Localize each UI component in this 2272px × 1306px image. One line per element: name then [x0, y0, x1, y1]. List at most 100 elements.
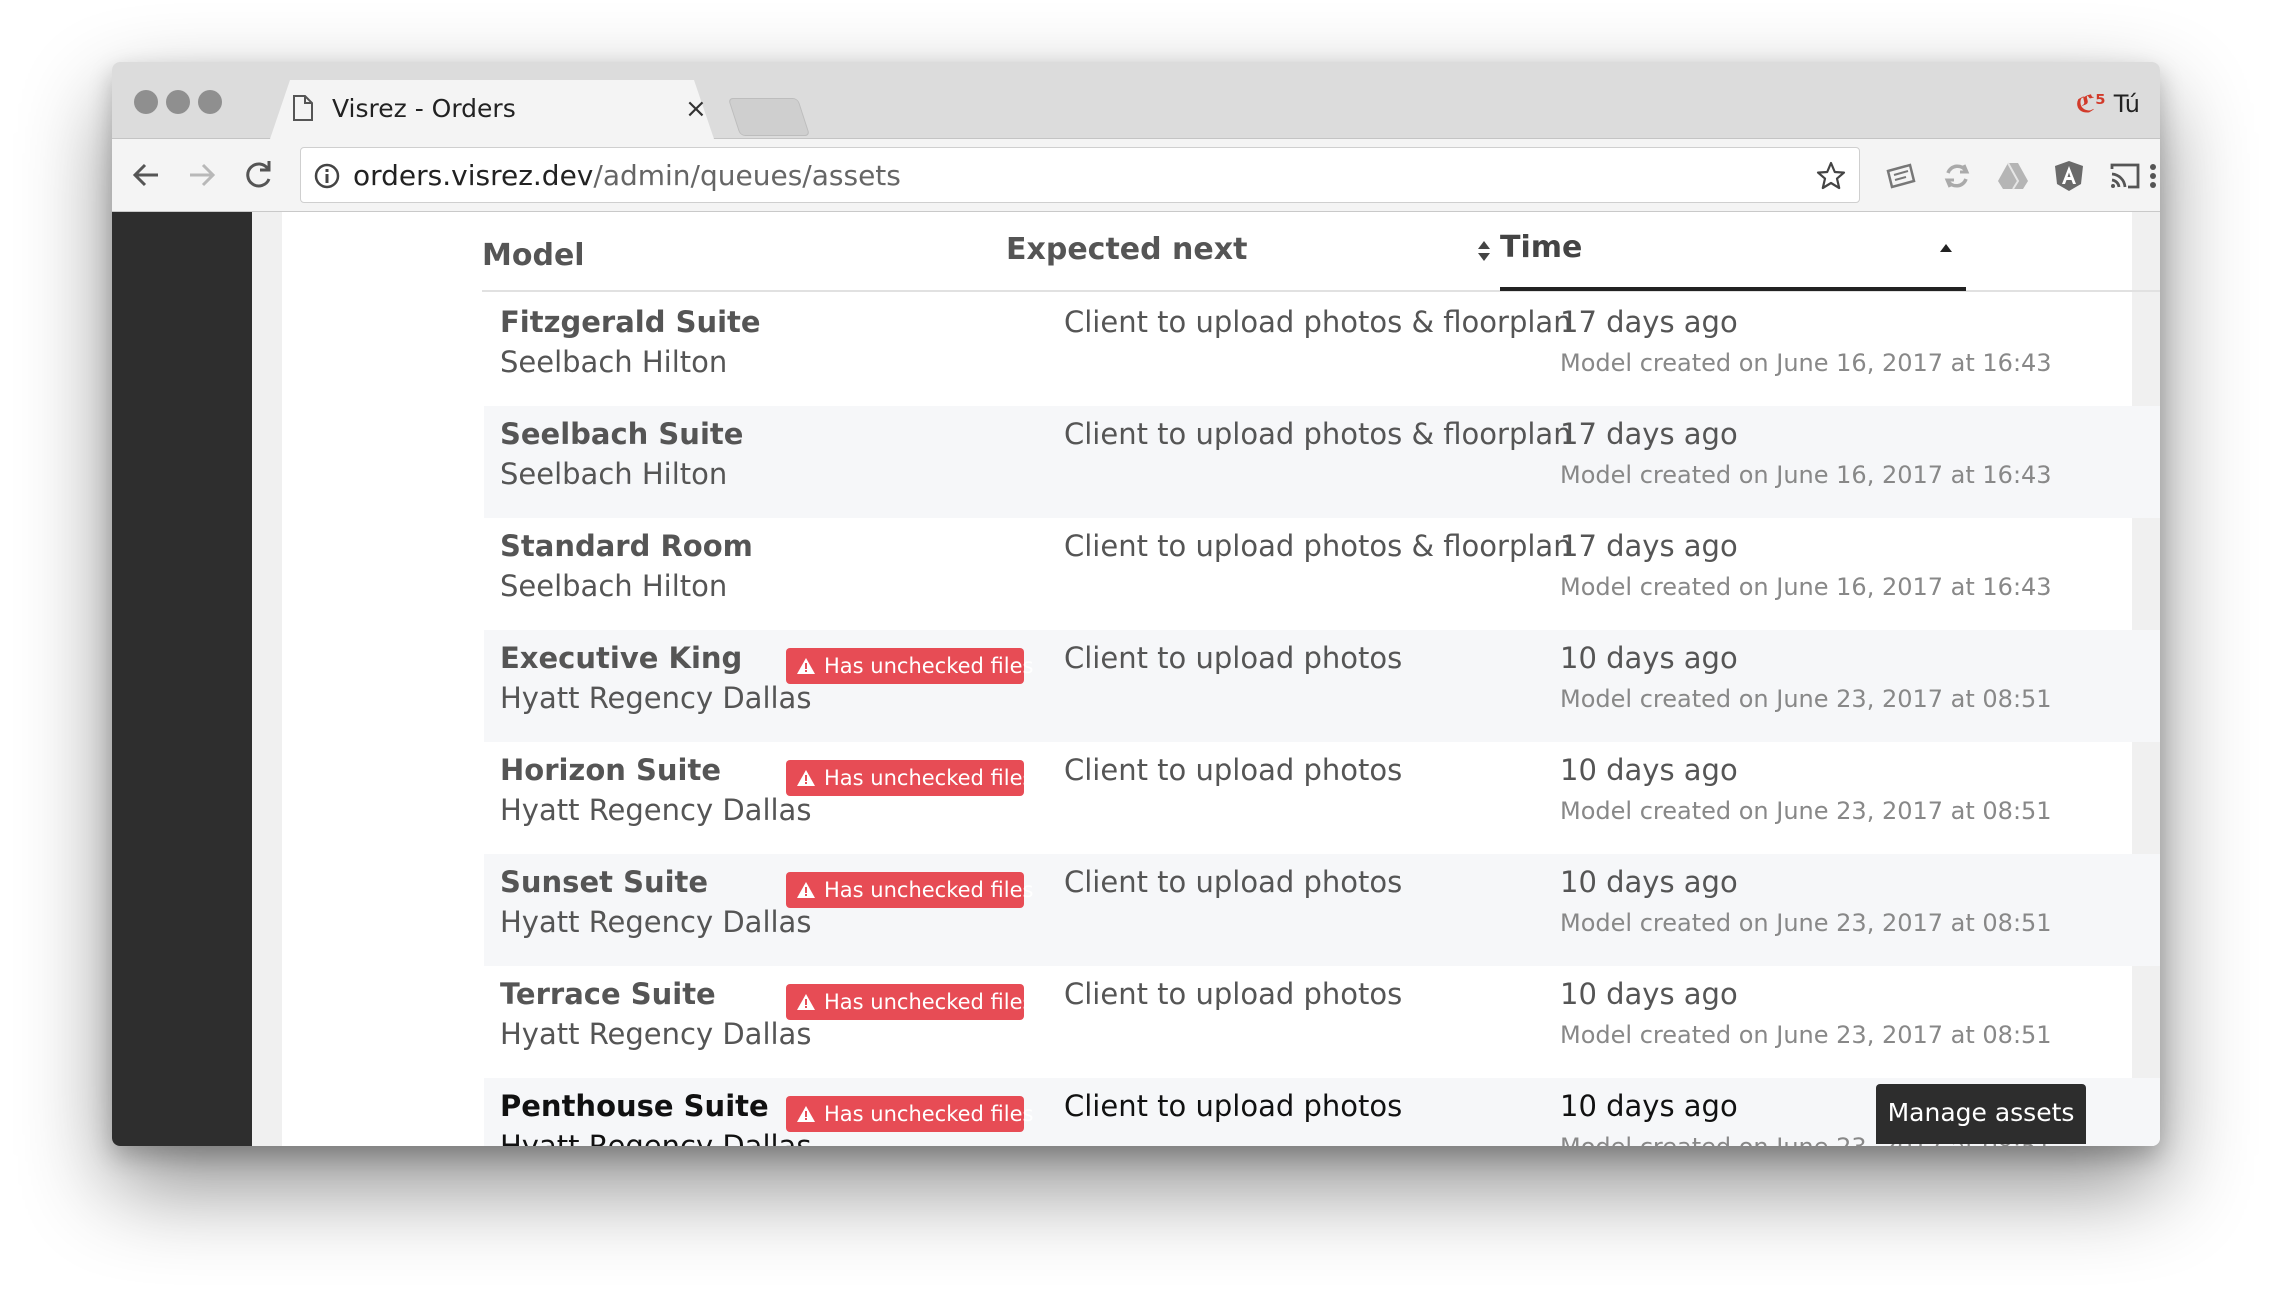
badge-label: Has unchecked files: [824, 654, 1034, 678]
unchecked-files-badge: Has unchecked files: [786, 648, 1033, 684]
info-icon[interactable]: [313, 162, 341, 190]
table-row[interactable]: Horizon Suite Hyatt Regency Dallas Has u…: [484, 742, 2160, 854]
table-row[interactable]: Executive King Hyatt Regency Dallas Has …: [484, 630, 2160, 742]
bookmark-star-icon[interactable]: [1815, 160, 1847, 192]
extension-drive-icon[interactable]: [1996, 159, 2030, 193]
unchecked-files-badge: Has unchecked files: [786, 872, 1033, 908]
url-text: orders.visrez.dev/admin/queues/assets: [353, 160, 901, 192]
created-date: Model created on June 16, 2017 at 16:43: [1560, 349, 2052, 377]
browser-window: Visrez - Orders × ℭ⁵ Tú orders.visrez.dev…: [112, 62, 2160, 1146]
hotel-name: Seelbach Hilton: [500, 345, 728, 379]
header-time[interactable]: Time: [1500, 230, 1966, 266]
warning-icon: [797, 1106, 815, 1122]
profile-name: Tú: [2113, 90, 2140, 118]
model-name: Seelbach Suite: [500, 417, 744, 451]
back-arrow-icon[interactable]: [128, 157, 164, 193]
table-row[interactable]: Fitzgerald Suite Seelbach Hilton Client …: [484, 294, 2160, 406]
header-time-label: Time: [1500, 230, 1583, 265]
created-date: Model created on June 23, 2017 at 08:51: [1560, 685, 2052, 713]
hotel-name: Seelbach Hilton: [500, 457, 728, 491]
model-name: Penthouse Suite: [500, 1089, 769, 1123]
time-ago: 10 days ago: [1560, 641, 1738, 675]
expected-next: Client to upload photos & floorplan: [1064, 305, 1572, 339]
cast-icon[interactable]: [2108, 159, 2142, 193]
time-ago: 17 days ago: [1560, 305, 1738, 339]
table-row[interactable]: Terrace Suite Hyatt Regency Dallas Has u…: [484, 966, 2160, 1078]
tab-close-icon[interactable]: ×: [685, 96, 707, 122]
expected-next: Client to upload photos & floorplan: [1064, 417, 1572, 451]
time-ago: 17 days ago: [1560, 417, 1738, 451]
time-ago: 10 days ago: [1560, 865, 1738, 899]
expected-next: Client to upload photos: [1064, 1089, 1403, 1123]
sort-asc-icon: [1940, 244, 1952, 252]
created-date: Model created on June 16, 2017 at 16:43: [1560, 461, 2052, 489]
sort-both-icon: [1478, 241, 1490, 261]
header-expected-next[interactable]: Expected next: [1006, 232, 1492, 268]
model-name: Horizon Suite: [500, 753, 721, 787]
created-date: Model created on June 16, 2017 at 16:43: [1560, 573, 2052, 601]
table-row[interactable]: Sunset Suite Hyatt Regency Dallas Has un…: [484, 854, 2160, 966]
url-host: orders.visrez.dev: [353, 159, 594, 192]
time-ago: 10 days ago: [1560, 753, 1738, 787]
model-name: Sunset Suite: [500, 865, 709, 899]
menu-dots-icon[interactable]: [2148, 159, 2158, 193]
created-date: Model created on June 23, 2017 at 08:51: [1560, 909, 2052, 937]
hotel-name: Hyatt Regency Dallas: [500, 1017, 812, 1051]
badge-label: Has unchecked files: [824, 990, 1034, 1014]
created-date: Model created on June 23, 2017 at 08:51: [1560, 797, 2052, 825]
active-sort-underline: [1500, 287, 1966, 291]
expected-next: Client to upload photos: [1064, 753, 1403, 787]
time-ago: 10 days ago: [1560, 1089, 1738, 1123]
table-row[interactable]: Standard Room Seelbach Hilton Client to …: [484, 518, 2160, 630]
forward-arrow-icon[interactable]: [184, 157, 220, 193]
expected-next: Client to upload photos: [1064, 641, 1403, 675]
hotel-name: Hyatt Regency Dallas: [500, 905, 812, 939]
header-expected-next-label: Expected next: [1006, 232, 1248, 267]
warning-icon: [797, 658, 815, 674]
expected-next: Client to upload photos: [1064, 977, 1403, 1011]
minimize-window-button[interactable]: [166, 90, 190, 114]
extension-sync-icon[interactable]: [1940, 159, 1974, 193]
warning-icon: [797, 770, 815, 786]
extension-ticket-icon[interactable]: [1884, 159, 1918, 193]
address-bar[interactable]: orders.visrez.dev/admin/queues/assets: [300, 147, 1860, 203]
hotel-name: Hyatt Regency Dallas: [500, 793, 812, 827]
hotel-name: Seelbach Hilton: [500, 569, 728, 603]
model-name: Executive King: [500, 641, 743, 675]
header-model[interactable]: Model: [482, 238, 585, 274]
unchecked-files-badge: Has unchecked files: [786, 760, 1033, 796]
close-window-button[interactable]: [134, 90, 158, 114]
extension-angular-icon[interactable]: [2052, 159, 2086, 193]
manage-assets-button[interactable]: Manage assets: [1876, 1084, 2086, 1144]
hotel-name: Hyatt Regency Dallas: [500, 681, 812, 715]
main-panel: Model Expected next Time Fitzgerald Suit…: [282, 212, 2160, 1146]
created-date: Model created on June 23, 2017 at 08:51: [1560, 1021, 2052, 1049]
url-path: /admin/queues/assets: [593, 159, 901, 192]
tab-bar: Visrez - Orders × ℭ⁵ Tú: [112, 62, 2160, 139]
model-name: Fitzgerald Suite: [500, 305, 761, 339]
expected-next: Client to upload photos & floorplan: [1064, 529, 1572, 563]
profile-extension-icon: ℭ⁵: [2075, 90, 2106, 118]
browser-toolbar: orders.visrez.dev/admin/queues/assets: [112, 139, 2160, 212]
admin-sidebar: [112, 212, 252, 1146]
page-content: Model Expected next Time Fitzgerald Suit…: [112, 212, 2160, 1146]
hotel-name: Hyatt Regency Dallas: [500, 1129, 812, 1146]
unchecked-files-badge: Has unchecked files: [786, 1096, 1033, 1132]
tab-title: Visrez - Orders: [332, 94, 516, 123]
profile-button[interactable]: ℭ⁵ Tú: [2076, 90, 2140, 118]
expected-next: Client to upload photos: [1064, 865, 1403, 899]
reload-icon[interactable]: [240, 157, 276, 193]
time-ago: 17 days ago: [1560, 529, 1738, 563]
badge-label: Has unchecked files: [824, 878, 1034, 902]
badge-label: Has unchecked files: [824, 1102, 1034, 1126]
warning-icon: [797, 882, 815, 898]
page-icon: [293, 95, 313, 121]
model-name: Terrace Suite: [500, 977, 716, 1011]
badge-label: Has unchecked files: [824, 766, 1034, 790]
warning-icon: [797, 994, 815, 1010]
maximize-window-button[interactable]: [198, 90, 222, 114]
model-name: Standard Room: [500, 529, 753, 563]
table-row[interactable]: Seelbach Suite Seelbach Hilton Client to…: [484, 406, 2160, 518]
new-tab-button[interactable]: [727, 98, 811, 136]
time-ago: 10 days ago: [1560, 977, 1738, 1011]
